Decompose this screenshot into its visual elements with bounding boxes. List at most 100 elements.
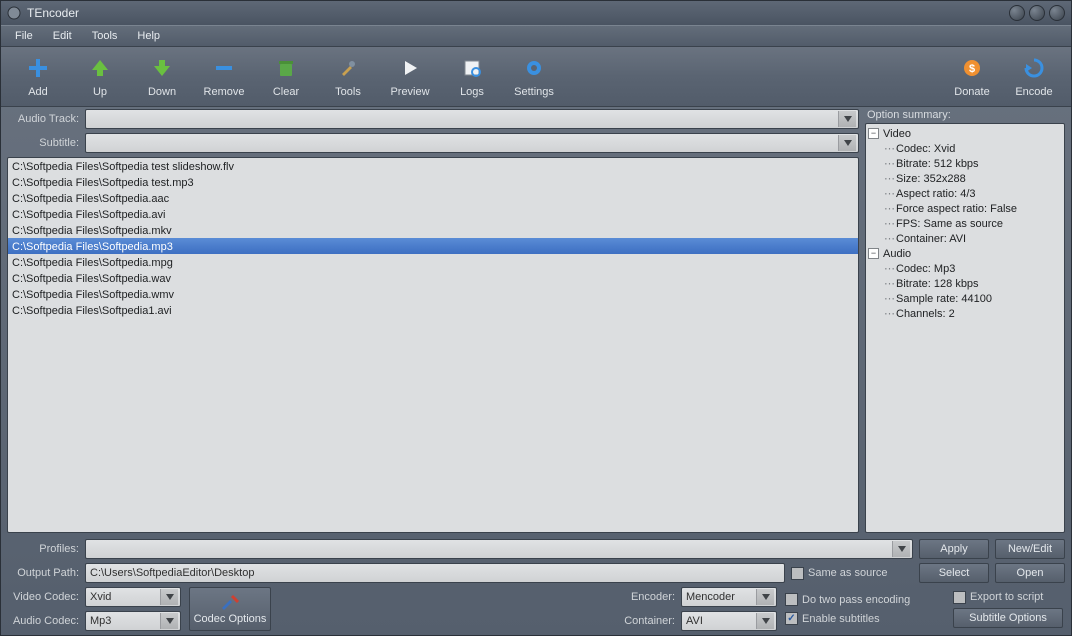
menu-file[interactable]: File: [5, 27, 43, 45]
up-label: Up: [93, 86, 107, 98]
output-path-field[interactable]: C:\Users\SoftpediaEditor\Desktop: [85, 563, 785, 583]
donate-icon: $: [960, 56, 984, 80]
list-item[interactable]: C:\Softpedia Files\Softpedia1.avi: [8, 302, 858, 318]
option-summary-label: Option summary:: [865, 109, 1065, 121]
list-item[interactable]: C:\Softpedia Files\Softpedia.mp3: [8, 238, 858, 254]
same-as-source-checkbox[interactable]: [791, 567, 804, 580]
open-button[interactable]: Open: [995, 563, 1065, 583]
subtitle-options-button[interactable]: Subtitle Options: [953, 608, 1063, 628]
down-button[interactable]: Down: [131, 49, 193, 105]
profiles-label: Profiles:: [7, 543, 79, 555]
logs-button[interactable]: Logs: [441, 49, 503, 105]
list-item[interactable]: C:\Softpedia Files\Softpedia test slides…: [8, 158, 858, 174]
logs-label: Logs: [460, 86, 484, 98]
list-item[interactable]: C:\Softpedia Files\Softpedia.wav: [8, 270, 858, 286]
apply-button[interactable]: Apply: [919, 539, 989, 559]
encoder-value: Mencoder: [686, 591, 735, 603]
file-list[interactable]: C:\Softpedia Files\Softpedia test slides…: [7, 157, 859, 533]
down-label: Down: [148, 86, 176, 98]
encoder-label: Encoder:: [615, 591, 675, 603]
svg-text:$: $: [969, 63, 975, 75]
tree-item: Channels: 2: [896, 308, 955, 320]
titlebar: TEncoder: [1, 1, 1071, 25]
settings-button[interactable]: Settings: [503, 49, 565, 105]
container-label: Container:: [615, 615, 675, 627]
tools-button[interactable]: Tools: [317, 49, 379, 105]
tree-audio: Audio: [883, 248, 911, 260]
container-value: AVI: [686, 615, 703, 627]
collapse-icon[interactable]: −: [868, 248, 879, 259]
list-item[interactable]: C:\Softpedia Files\Softpedia.aac: [8, 190, 858, 206]
arrow-down-icon: [150, 56, 174, 80]
list-item[interactable]: C:\Softpedia Files\Softpedia test.mp3: [8, 174, 858, 190]
remove-label: Remove: [204, 86, 245, 98]
arrow-up-icon: [88, 56, 112, 80]
tree-item: Sample rate: 44100: [896, 293, 992, 305]
remove-button[interactable]: Remove: [193, 49, 255, 105]
tools-icon: [336, 56, 360, 80]
list-item[interactable]: C:\Softpedia Files\Softpedia.mkv: [8, 222, 858, 238]
export-script-label: Export to script: [970, 591, 1043, 603]
window-title: TEncoder: [27, 6, 1009, 20]
up-button[interactable]: Up: [69, 49, 131, 105]
menubar: File Edit Tools Help: [1, 25, 1071, 47]
chevron-down-icon: [892, 541, 910, 557]
encode-button[interactable]: Encode: [1003, 49, 1065, 105]
tree-item: Size: 352x288: [896, 173, 966, 185]
audio-codec-value: Mp3: [90, 615, 111, 627]
clear-button[interactable]: Clear: [255, 49, 317, 105]
video-codec-value: Xvid: [90, 591, 111, 603]
enable-subtitles-checkbox[interactable]: ✓: [785, 612, 798, 625]
trash-icon: [274, 56, 298, 80]
chevron-down-icon: [838, 135, 856, 151]
close-button[interactable]: [1049, 5, 1065, 21]
encoder-combo[interactable]: Mencoder: [681, 587, 777, 607]
list-item[interactable]: C:\Softpedia Files\Softpedia.wmv: [8, 286, 858, 302]
minus-icon: [212, 56, 236, 80]
new-edit-button[interactable]: New/Edit: [995, 539, 1065, 559]
subtitle-combo[interactable]: [85, 133, 859, 153]
add-button[interactable]: Add: [7, 49, 69, 105]
select-button[interactable]: Select: [919, 563, 989, 583]
chevron-down-icon: [756, 613, 774, 629]
app-icon: [7, 6, 21, 20]
two-pass-checkbox[interactable]: [785, 593, 798, 606]
chevron-down-icon: [756, 589, 774, 605]
gear-icon: [522, 56, 546, 80]
audio-track-label: Audio Track:: [7, 113, 79, 125]
enable-subtitles-label: Enable subtitles: [802, 613, 880, 625]
profiles-combo[interactable]: [85, 539, 913, 559]
minimize-button[interactable]: [1009, 5, 1025, 21]
preview-button[interactable]: Preview: [379, 49, 441, 105]
preview-label: Preview: [390, 86, 429, 98]
video-codec-combo[interactable]: Xvid: [85, 587, 181, 607]
tree-item: Bitrate: 512 kbps: [896, 158, 979, 170]
output-path-value: C:\Users\SoftpediaEditor\Desktop: [90, 567, 254, 579]
chevron-down-icon: [838, 111, 856, 127]
wrench-icon: [220, 594, 240, 610]
export-script-checkbox[interactable]: [953, 591, 966, 604]
donate-button[interactable]: $ Donate: [941, 49, 1003, 105]
logs-icon: [460, 56, 484, 80]
toolbar: Add Up Down Remove Clear Tools Preview: [1, 47, 1071, 107]
container-combo[interactable]: AVI: [681, 611, 777, 631]
add-label: Add: [28, 86, 48, 98]
list-item[interactable]: C:\Softpedia Files\Softpedia.avi: [8, 206, 858, 222]
menu-help[interactable]: Help: [127, 27, 170, 45]
tree-video: Video: [883, 128, 911, 140]
menu-tools[interactable]: Tools: [82, 27, 128, 45]
two-pass-label: Do two pass encoding: [802, 594, 910, 606]
tree-item: FPS: Same as source: [896, 218, 1003, 230]
audio-codec-combo[interactable]: Mp3: [85, 611, 181, 631]
maximize-button[interactable]: [1029, 5, 1045, 21]
list-item[interactable]: C:\Softpedia Files\Softpedia.mpg: [8, 254, 858, 270]
menu-edit[interactable]: Edit: [43, 27, 82, 45]
subtitle-label: Subtitle:: [7, 137, 79, 149]
plus-icon: [26, 56, 50, 80]
clear-label: Clear: [273, 86, 299, 98]
audio-track-combo[interactable]: [85, 109, 859, 129]
option-summary-tree[interactable]: −Video ⋯Codec: Xvid ⋯Bitrate: 512 kbps ⋯…: [865, 123, 1065, 533]
collapse-icon[interactable]: −: [868, 128, 879, 139]
audio-codec-label: Audio Codec:: [7, 615, 79, 627]
codec-options-button[interactable]: Codec Options: [189, 587, 271, 631]
